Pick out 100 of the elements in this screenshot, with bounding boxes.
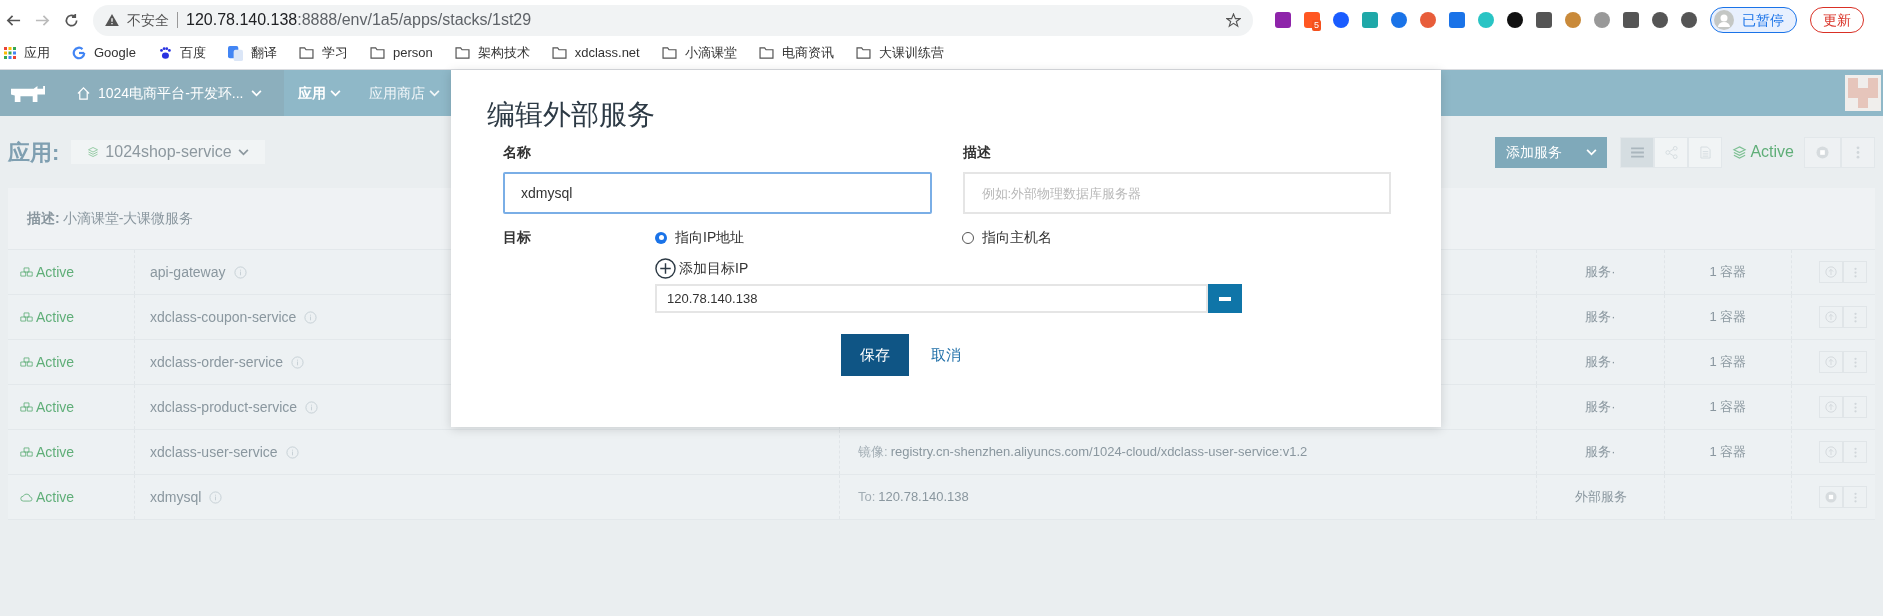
folder-icon	[454, 47, 470, 59]
profile-button[interactable]: 已暂停	[1710, 7, 1797, 33]
more-button[interactable]	[1843, 486, 1867, 508]
name-input[interactable]: xdmysql	[503, 172, 932, 214]
info-icon[interactable]	[291, 355, 305, 369]
row-state: Active	[36, 397, 75, 417]
bookmark-link[interactable]: 架构技术	[454, 43, 530, 63]
bookmark-link[interactable]: 电商资讯	[758, 43, 834, 63]
boxes-icon	[20, 402, 33, 412]
chevron-down-icon	[237, 148, 249, 156]
service-type: 服务·	[1585, 443, 1616, 462]
extension-icon[interactable]	[1507, 12, 1523, 28]
radio-button[interactable]	[655, 231, 667, 244]
description-label: 描述:	[27, 209, 60, 228]
chevron-down-icon	[1586, 148, 1598, 156]
folder-icon	[758, 47, 774, 59]
row-state: Active	[36, 487, 75, 507]
dialog-title: 编辑外部服务	[487, 98, 656, 132]
more-button[interactable]	[1843, 261, 1867, 283]
boxes-icon	[20, 267, 33, 277]
folder-icon	[661, 47, 677, 59]
folder-icon	[855, 47, 871, 59]
extension-icon[interactable]	[1681, 12, 1697, 28]
warning-icon	[105, 14, 119, 26]
ranch-logo-icon[interactable]	[8, 84, 47, 102]
folder-icon	[369, 47, 385, 59]
list-view-button[interactable]	[1620, 136, 1655, 168]
bookmark-link[interactable]: 学习	[298, 43, 348, 63]
stop-circle-icon	[1825, 491, 1837, 503]
stop-button[interactable]	[1804, 136, 1841, 168]
bookmark-link[interactable]: 应用	[4, 43, 50, 63]
field-label: 目标	[503, 228, 532, 247]
more-button[interactable]	[1841, 136, 1875, 168]
boxes-icon	[20, 312, 33, 322]
extension-icon[interactable]	[1652, 12, 1668, 28]
bookmark-link[interactable]: 大课训练营	[855, 43, 944, 63]
info-icon[interactable]	[304, 310, 318, 324]
boxes-icon	[20, 357, 33, 367]
target-radio[interactable]: 指向主机名	[962, 227, 1391, 248]
bookmark-link[interactable]: Google	[72, 43, 136, 63]
page-title: 应用:	[8, 138, 60, 167]
save-button[interactable]: 保存	[841, 334, 909, 376]
description-input[interactable]: 例如:外部物理数据库服务器	[962, 172, 1391, 214]
target-radio[interactable]: 指向IP地址	[655, 227, 962, 248]
user-avatar[interactable]	[1845, 75, 1881, 111]
container-count: 1 容器	[1709, 398, 1747, 417]
file-view-button[interactable]	[1688, 136, 1723, 168]
avatar-icon	[1714, 10, 1734, 30]
more-button[interactable]	[1843, 441, 1867, 463]
field-label: 名称	[503, 143, 532, 162]
cancel-button[interactable]: 取消	[931, 343, 961, 367]
stop-circle-icon	[1816, 145, 1829, 159]
bookmark-link[interactable]: person	[369, 43, 433, 63]
container-count: 1 容器	[1709, 353, 1747, 372]
remove-ip-button[interactable]	[1208, 284, 1242, 313]
bookmark-link[interactable]: 百度	[157, 43, 206, 63]
service-type: 服务·	[1585, 398, 1616, 417]
share-nodes-icon	[1664, 145, 1678, 159]
description-text: 小滴课堂-大课微服务	[62, 209, 194, 228]
home-icon	[77, 86, 90, 100]
more-button[interactable]	[1843, 306, 1867, 328]
detail-label: To:	[858, 488, 876, 507]
chevron-down-icon	[429, 89, 441, 97]
ip-input[interactable]: 120.78.140.138	[655, 284, 1208, 313]
bookmark-link[interactable]: xdclass.net	[551, 43, 640, 63]
field-label: 描述	[962, 143, 992, 162]
info-icon[interactable]	[209, 490, 223, 504]
service-type: 服务·	[1585, 263, 1616, 282]
translate-icon	[227, 45, 243, 61]
container-count: 1 容器	[1709, 443, 1747, 462]
minus-icon	[1219, 296, 1231, 301]
paw-icon	[157, 46, 172, 60]
graph-view-button[interactable]	[1654, 136, 1689, 168]
service-type: 服务·	[1585, 308, 1616, 327]
detail-label: 镜像:	[858, 443, 888, 462]
chevron-down-icon	[251, 89, 263, 97]
info-icon[interactable]	[233, 265, 247, 279]
more-button[interactable]	[1843, 396, 1867, 418]
info-icon[interactable]	[305, 400, 319, 414]
add-target-ip-button[interactable]: 添加目标IP	[655, 258, 749, 279]
bookmark-link[interactable]: 翻译	[227, 43, 277, 63]
more-button[interactable]	[1843, 351, 1867, 373]
info-icon[interactable]	[285, 445, 299, 459]
reload-icon[interactable]	[64, 12, 79, 28]
chevron-down-icon	[330, 89, 342, 97]
document-icon	[1699, 145, 1711, 159]
url-text: 120.78.140.138:8888/env/1a5/apps/stacks/1st29	[186, 10, 532, 30]
stop-button[interactable]	[1819, 486, 1843, 508]
layers-icon	[87, 146, 100, 158]
service-type: 服务·	[1585, 353, 1616, 372]
security-label: 不安全	[127, 10, 169, 30]
star-icon[interactable]	[1226, 12, 1241, 28]
service-type: 外部服务	[1574, 488, 1627, 507]
address-bar[interactable]: 不安全 120.78.140.138:8888/env/1a5/apps/stacks/1st29	[93, 4, 1253, 36]
container-count: 1 容器	[1709, 308, 1747, 327]
bookmark-link[interactable]: 小滴课堂	[661, 43, 737, 63]
row-state: Active	[36, 352, 75, 372]
row-state: Active	[36, 442, 75, 462]
row-state: Active	[36, 307, 75, 327]
state-label: Active	[1750, 142, 1794, 162]
